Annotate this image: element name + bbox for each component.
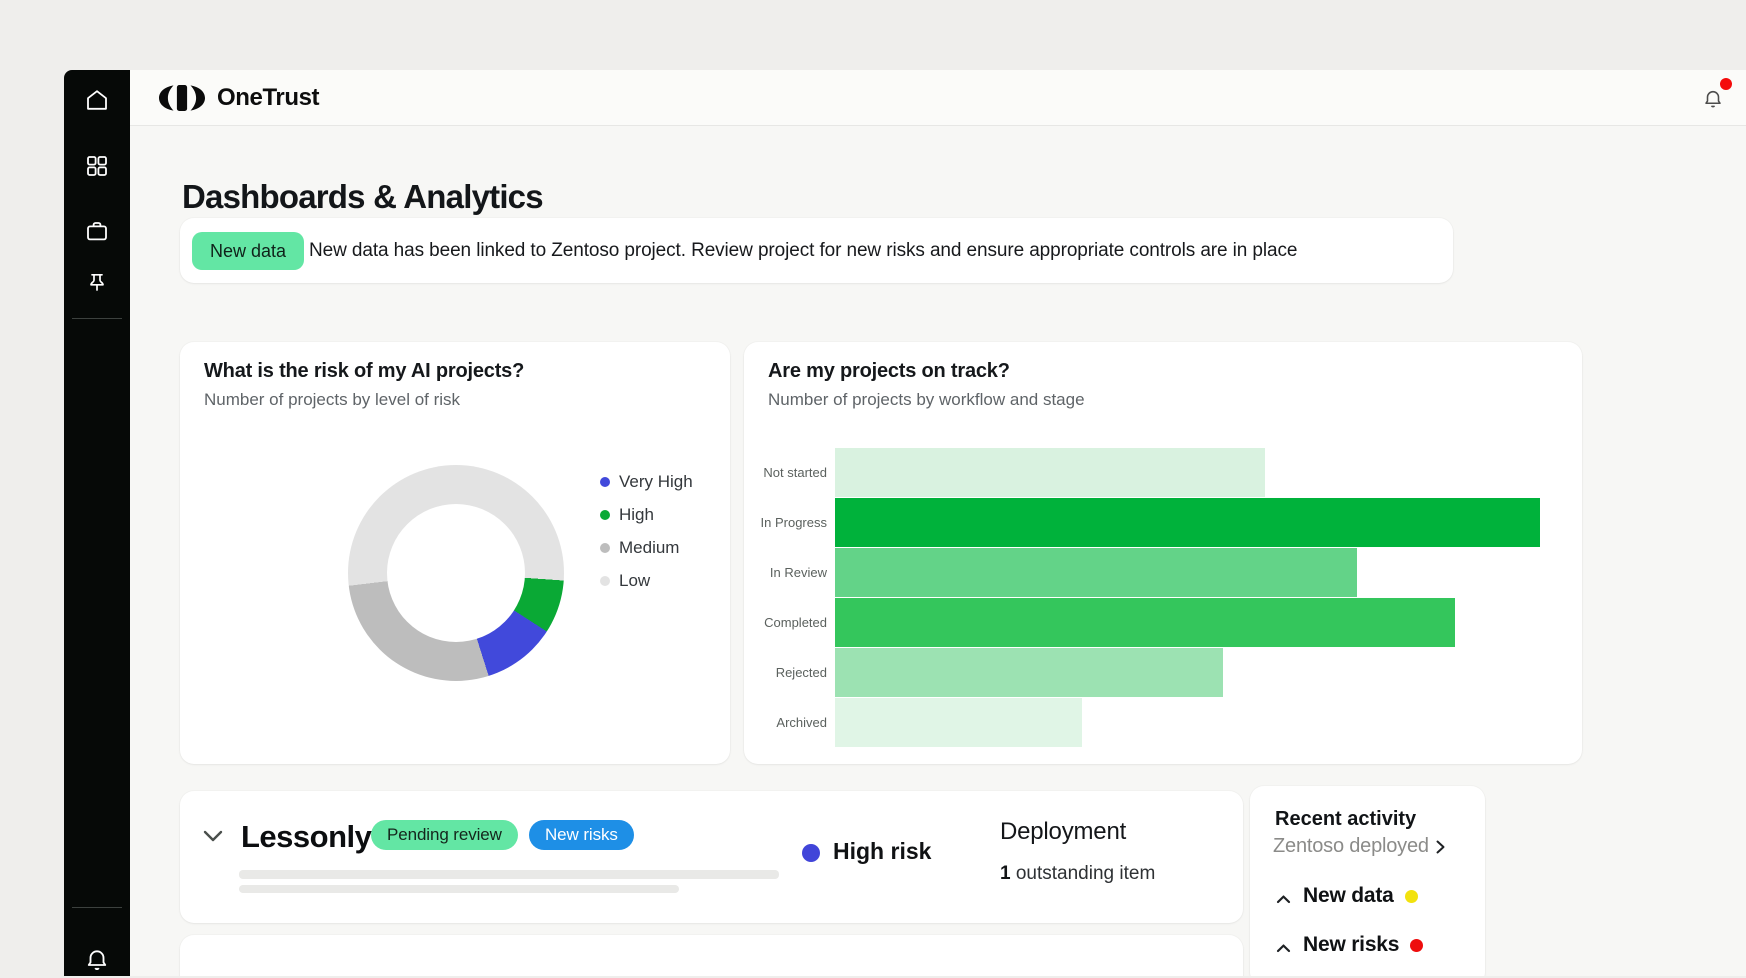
bar-segment [835, 448, 1265, 497]
project-name: Lessonly [241, 817, 371, 857]
sidebar-divider-bottom [72, 907, 122, 908]
activity-item-label: New risks [1303, 933, 1399, 957]
risk-level-dot [802, 844, 820, 862]
brand-wordmark: OneTrust [217, 84, 319, 112]
activity-item-label: New data [1303, 884, 1394, 908]
activity-item-new-risks: New risks [1250, 932, 1485, 958]
legend-label: Low [619, 571, 650, 591]
bar-row-archived: Archived [744, 698, 1582, 747]
track-card-subtitle: Number of projects by workflow and stage [768, 390, 1085, 410]
bar-segment [835, 598, 1455, 647]
activity-status-dot [1405, 890, 1418, 903]
project-row-lessonly: Lessonly Pending review New risks High r… [180, 791, 1243, 923]
page-title: Dashboards & Analytics [182, 178, 543, 216]
chevron-up-icon[interactable] [1276, 940, 1291, 950]
status-pill-pending-review: Pending review [371, 820, 518, 850]
chevron-up-icon[interactable] [1276, 891, 1291, 901]
top-header: OneTrust [130, 70, 1746, 126]
legend-label: Medium [619, 538, 679, 558]
risk-legend: Very High High Medium Low [600, 470, 693, 602]
risk-card-title: What is the risk of my AI projects? [204, 360, 524, 383]
track-card-title: Are my projects on track? [768, 360, 1010, 383]
stage-bar-chart: Not startedIn ProgressIn ReviewCompleted… [744, 448, 1582, 748]
bar-segment [835, 498, 1540, 547]
risk-level-label: High risk [833, 838, 931, 865]
bar-row-completed: Completed [744, 598, 1582, 647]
outstanding-count: 1 [1000, 863, 1011, 884]
page-root: { "brand": { "name": "OneTrust" }, "head… [0, 0, 1746, 976]
donut-hole [387, 504, 525, 642]
home-icon[interactable] [84, 87, 110, 113]
banner-message: New data has been linked to Zentoso proj… [309, 218, 1297, 283]
bar-category-label: Not started [744, 448, 827, 497]
outstanding-items: 1 outstanding item [1000, 863, 1155, 885]
recent-activity-title: Recent activity [1275, 808, 1416, 831]
bar-row-in-review: In Review [744, 548, 1582, 597]
skeleton-line-2 [239, 885, 679, 893]
bar-row-not-started: Not started [744, 448, 1582, 497]
legend-label: High [619, 505, 654, 525]
bar-category-label: Completed [744, 598, 827, 647]
legend-dot-icon [600, 477, 610, 487]
legend-item-high: High [600, 503, 693, 527]
briefcase-icon[interactable] [84, 218, 110, 244]
zentoso-deployed-link[interactable]: Zentoso deployed [1273, 835, 1446, 858]
notification-unread-dot [1720, 78, 1732, 90]
notification-banner: New data New data has been linked to Zen… [180, 218, 1453, 283]
legend-dot-icon [600, 576, 610, 586]
recent-activity-card: Recent activity Zentoso deployed New dat… [1250, 786, 1485, 976]
risk-card-subtitle: Number of projects by level of risk [204, 390, 460, 410]
pin-icon[interactable] [84, 271, 110, 297]
zentoso-deployed-label: Zentoso deployed [1273, 835, 1429, 858]
legend-dot-icon [600, 543, 610, 553]
notification-bell-icon[interactable] [1702, 88, 1724, 110]
outstanding-text: outstanding item [1016, 863, 1155, 884]
bar-category-label: In Review [744, 548, 827, 597]
bar-category-label: Rejected [744, 648, 827, 697]
activity-status-dot [1410, 939, 1423, 952]
risk-pill-new-risks: New risks [529, 820, 634, 850]
risk-chart-card: What is the risk of my AI projects? Numb… [180, 342, 730, 764]
sidebar-bell-icon[interactable] [84, 947, 110, 973]
bar-segment [835, 698, 1082, 747]
bar-category-label: Archived [744, 698, 827, 747]
legend-dot-icon [600, 510, 610, 520]
bar-row-rejected: Rejected [744, 648, 1582, 697]
risk-donut-chart [348, 465, 564, 681]
bar-segment [835, 548, 1357, 597]
stage-name: Deployment [1000, 818, 1126, 846]
main-content: Dashboards & Analytics New data New data… [130, 126, 1746, 976]
sidebar-divider-top [72, 318, 122, 319]
legend-item-very-high: Very High [600, 470, 693, 494]
legend-label: Very High [619, 472, 693, 492]
new-data-badge: New data [192, 232, 304, 270]
legend-item-medium: Medium [600, 536, 693, 560]
track-chart-card: Are my projects on track? Number of proj… [744, 342, 1582, 764]
onetrust-logo-icon[interactable] [159, 85, 205, 111]
next-project-row-partial [180, 935, 1243, 976]
activity-item-new-data: New data [1250, 883, 1485, 909]
bar-segment [835, 648, 1223, 697]
skeleton-line-1 [239, 870, 779, 879]
apps-grid-icon[interactable] [84, 153, 110, 179]
expand-chevron-down-icon[interactable] [202, 829, 226, 845]
bar-category-label: In Progress [744, 498, 827, 547]
sidebar [64, 70, 130, 976]
bar-row-in-progress: In Progress [744, 498, 1582, 547]
legend-item-low: Low [600, 569, 693, 593]
chevron-right-icon [1435, 839, 1446, 855]
